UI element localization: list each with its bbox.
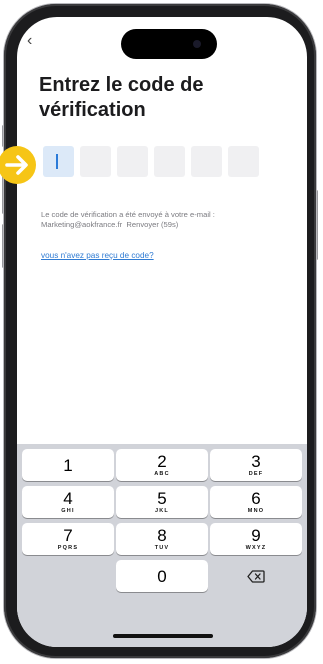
camera-icon [193,40,201,48]
numeric-keypad: 1 2 ABC 3 DEF 4 GHI 5 JKL 6 MNO 7 PQRS 8… [17,444,307,647]
key-6[interactable]: 6 MNO [210,486,302,518]
delete-key[interactable] [210,560,302,592]
key-digit: 3 [251,451,261,471]
page: ‹ Entrez le code de vérification Le code… [0,0,323,664]
key-letters: GHI [61,507,75,514]
code-digit-3[interactable] [117,146,148,177]
delete-icon [247,569,265,583]
key-digit: 7 [63,525,73,545]
key-1[interactable]: 1 [22,449,114,481]
key-digit: 2 [157,451,167,471]
key-empty [22,560,114,592]
text-caret [56,154,58,169]
code-digit-1[interactable] [43,146,74,177]
key-digit: 4 [63,488,73,508]
key-0[interactable]: 0 [116,560,208,592]
resend-button[interactable]: Renvoyer (59s) [126,220,178,229]
key-digit: 6 [251,488,261,508]
key-letters: MNO [247,507,265,514]
key-2[interactable]: 2 ABC [116,449,208,481]
key-letters: DEF [248,470,264,477]
verification-code-input[interactable] [43,146,259,177]
home-indicator [113,634,213,638]
phone-screen: ‹ Entrez le code de vérification Le code… [17,17,307,647]
code-digit-2[interactable] [80,146,111,177]
dynamic-island [121,29,217,59]
key-9[interactable]: 9 WXYZ [210,523,302,555]
recipient-email: Marketing@aokfrance.fr [41,220,123,229]
key-letters: JKL [155,507,169,514]
code-digit-6[interactable] [228,146,259,177]
info-email-line: Marketing@aokfrance.fr Renvoyer (59s) [41,220,296,230]
key-4[interactable]: 4 GHI [22,486,114,518]
back-button[interactable]: ‹ [27,33,32,49]
no-code-received-link[interactable]: vous n'avez pas reçu de code? [41,251,154,260]
key-digit: 9 [251,525,261,545]
key-letters: ABC [154,470,170,477]
code-digit-5[interactable] [191,146,222,177]
key-3[interactable]: 3 DEF [210,449,302,481]
key-letters: WXYZ [245,544,267,551]
info-message: Le code de vérification a été envoyé à v… [41,210,215,219]
key-7[interactable]: 7 PQRS [22,523,114,555]
verification-info: Le code de vérification a été envoyé à v… [41,210,296,230]
key-digit: 5 [157,488,167,508]
key-digit: 0 [157,566,167,586]
code-digit-4[interactable] [154,146,185,177]
page-title: Entrez le code de vérification [39,74,204,121]
key-digit: 1 [63,455,73,475]
key-5[interactable]: 5 JKL [116,486,208,518]
key-letters: PQRS [57,544,79,551]
key-digit: 8 [157,525,167,545]
key-letters: TUV [154,544,170,551]
key-8[interactable]: 8 TUV [116,523,208,555]
